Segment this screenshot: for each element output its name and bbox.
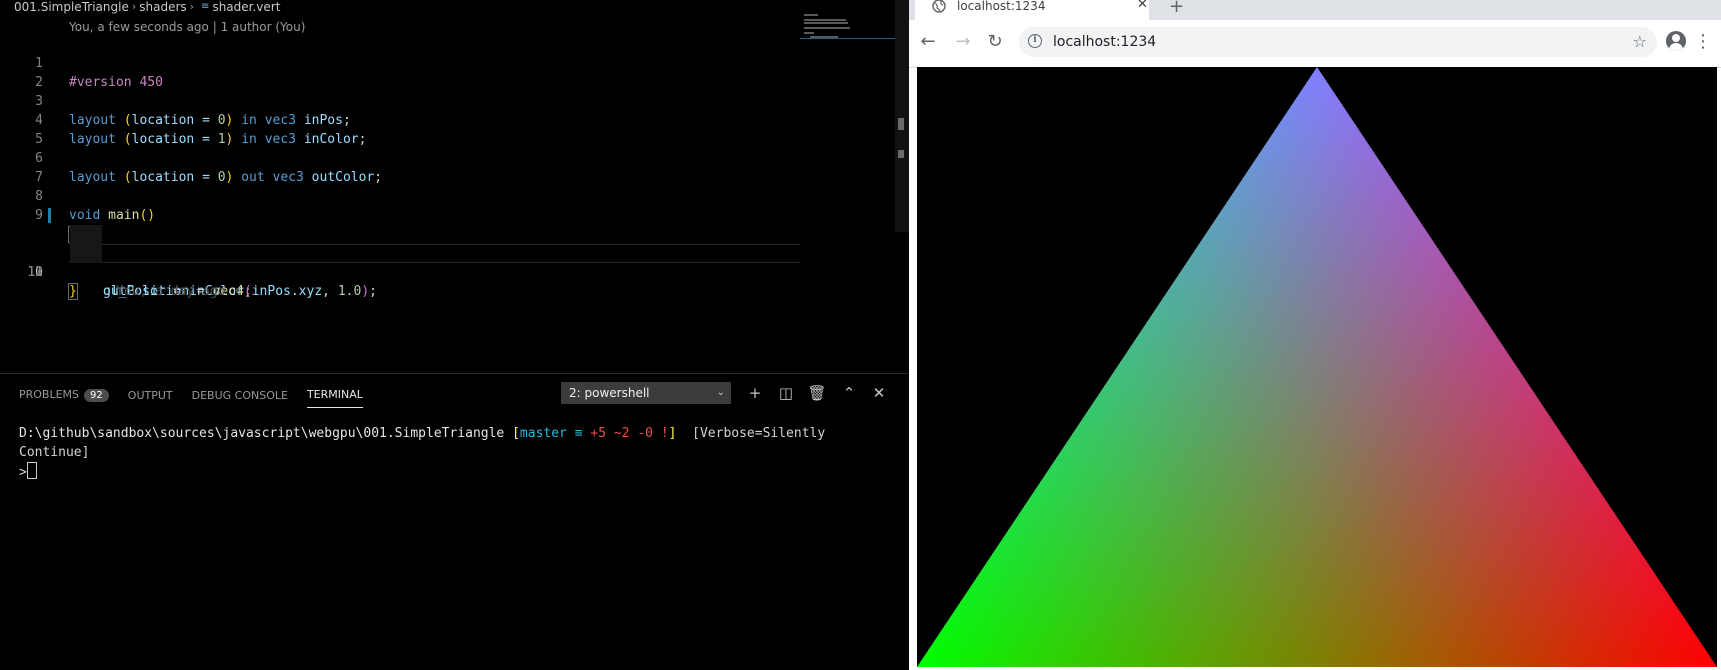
git-branch: master xyxy=(519,426,567,441)
identifier: inPos.xyz xyxy=(251,284,323,299)
triangle-render xyxy=(917,67,1717,667)
address-bar[interactable]: i localhost:1234 ☆ xyxy=(1019,27,1657,57)
code-line[interactable]: 9 { xyxy=(0,187,800,243)
breadcrumb-file[interactable]: shader.vert xyxy=(212,1,280,13)
browser-tabstrip: localhost:1234 ✕ + xyxy=(909,0,1721,20)
code-line[interactable]: 11 gl_Position = vec4(inPos.xyz, 1.0); xyxy=(0,225,800,299)
breadcrumb-folder-project[interactable]: 001.SimpleTriangle xyxy=(14,1,129,13)
bookmark-star-icon[interactable]: ☆ xyxy=(1633,27,1647,57)
tab-terminal[interactable]: TERMINAL xyxy=(306,388,363,408)
code-line[interactable]: 12 } You, a day ago • . xyxy=(0,244,800,300)
address-text[interactable]: localhost:1234 xyxy=(1053,27,1156,57)
inline-blame: You, a day ago • . xyxy=(115,284,257,299)
tab-output[interactable]: OUTPUT xyxy=(128,389,173,408)
code-line[interactable]: 1 #version 450 xyxy=(0,35,800,90)
git-changes: +5 ~2 -0 ! xyxy=(590,426,669,441)
code-line[interactable]: 2 xyxy=(0,54,800,90)
code-area[interactable]: 1 #version 450 2 3 layout (location = 0)… xyxy=(0,35,800,300)
code-line[interactable]: 5 xyxy=(0,111,800,147)
code-line[interactable]: 8 void main() xyxy=(0,168,800,223)
code-line[interactable]: 10 outColor = inColor; xyxy=(0,206,800,299)
close-panel-icon[interactable]: ✕ xyxy=(868,382,890,404)
chevron-right-icon: › xyxy=(189,0,195,13)
webgpu-canvas[interactable] xyxy=(917,67,1717,667)
browser-window: localhost:1234 ✕ + ← → ↻ i localhost:123… xyxy=(909,0,1721,670)
minimap[interactable] xyxy=(800,12,896,42)
info-icon[interactable]: i xyxy=(1028,34,1042,48)
codelens-blame[interactable]: You, a few seconds ago | 1 author (You) xyxy=(69,20,305,34)
verbose-line2: Continue] xyxy=(19,445,90,460)
terminal-cursor xyxy=(26,462,37,479)
chevron-down-icon: ⌄ xyxy=(716,387,725,398)
chevron-right-icon: › xyxy=(131,0,137,13)
problems-count-badge: 92 xyxy=(84,389,109,402)
new-tab-icon[interactable]: + xyxy=(1169,0,1184,17)
globe-icon xyxy=(932,0,946,13)
browser-toolbar: ← → ↻ i localhost:1234 ☆ ⋮ xyxy=(909,20,1721,68)
forward-icon[interactable]: → xyxy=(950,29,976,55)
git-sync-status: ≡ xyxy=(574,426,583,441)
breadcrumb: 001.SimpleTriangle › shaders › ≡ shader.… xyxy=(14,0,280,14)
terminal-prompt: > xyxy=(19,465,27,480)
number-literal: 1.0 xyxy=(337,284,362,299)
code-line[interactable]: 3 layout (location = 0) in vec3 inPos; xyxy=(0,73,800,128)
terminal-selector-value: 2: powershell xyxy=(569,386,650,400)
tab-title: localhost:1234 xyxy=(957,0,1046,13)
code-line[interactable]: 4 layout (location = 1) in vec3 inColor; xyxy=(0,92,800,147)
kill-terminal-icon[interactable]: 🗑 xyxy=(806,382,828,404)
code-line[interactable]: 6 layout (location = 0) out vec3 outColo… xyxy=(0,130,800,185)
breadcrumb-folder-shaders[interactable]: shaders xyxy=(139,1,186,13)
bottom-panel: PROBLEMS 92 OUTPUT DEBUG CONSOLE TERMINAL… xyxy=(0,373,909,670)
more-menu-icon[interactable]: ⋮ xyxy=(1693,29,1713,55)
tab-problems[interactable]: PROBLEMS 92 xyxy=(19,388,109,408)
triangle-top-gradient xyxy=(917,67,1717,667)
code-editor[interactable]: 001.SimpleTriangle › shaders › ≡ shader.… xyxy=(0,0,909,670)
tab-label: PROBLEMS xyxy=(19,388,80,401)
panel-tabs: PROBLEMS 92 OUTPUT DEBUG CONSOLE TERMINAL xyxy=(19,388,363,408)
code-line[interactable]: 7 xyxy=(0,149,800,185)
terminal-selector[interactable]: 2: powershell ⌄ xyxy=(561,382,731,404)
profile-avatar-icon[interactable] xyxy=(1666,31,1686,51)
terminal-path: D:\github\sandbox\sources\javascript\web… xyxy=(19,426,505,441)
maximize-panel-icon[interactable]: ⌃ xyxy=(838,382,860,404)
verbose-line1: [Verbose=Silently xyxy=(692,426,826,441)
close-tab-icon[interactable]: ✕ xyxy=(1137,0,1148,11)
line-number: 12 xyxy=(27,265,43,280)
browser-tab[interactable]: localhost:1234 ✕ xyxy=(915,0,1149,20)
new-terminal-icon[interactable]: + xyxy=(744,382,766,404)
git-change-marker xyxy=(48,208,51,223)
back-icon[interactable]: ← xyxy=(915,29,941,55)
tab-debug-console[interactable]: DEBUG CONSOLE xyxy=(192,389,288,408)
shader-file-icon: ≡ xyxy=(201,1,210,12)
split-terminal-icon[interactable]: ◫ xyxy=(775,382,797,404)
terminal-output[interactable]: D:\github\sandbox\sources\javascript\web… xyxy=(19,424,825,482)
reload-icon[interactable]: ↻ xyxy=(982,29,1008,55)
vertical-scrollbar[interactable] xyxy=(895,0,909,232)
